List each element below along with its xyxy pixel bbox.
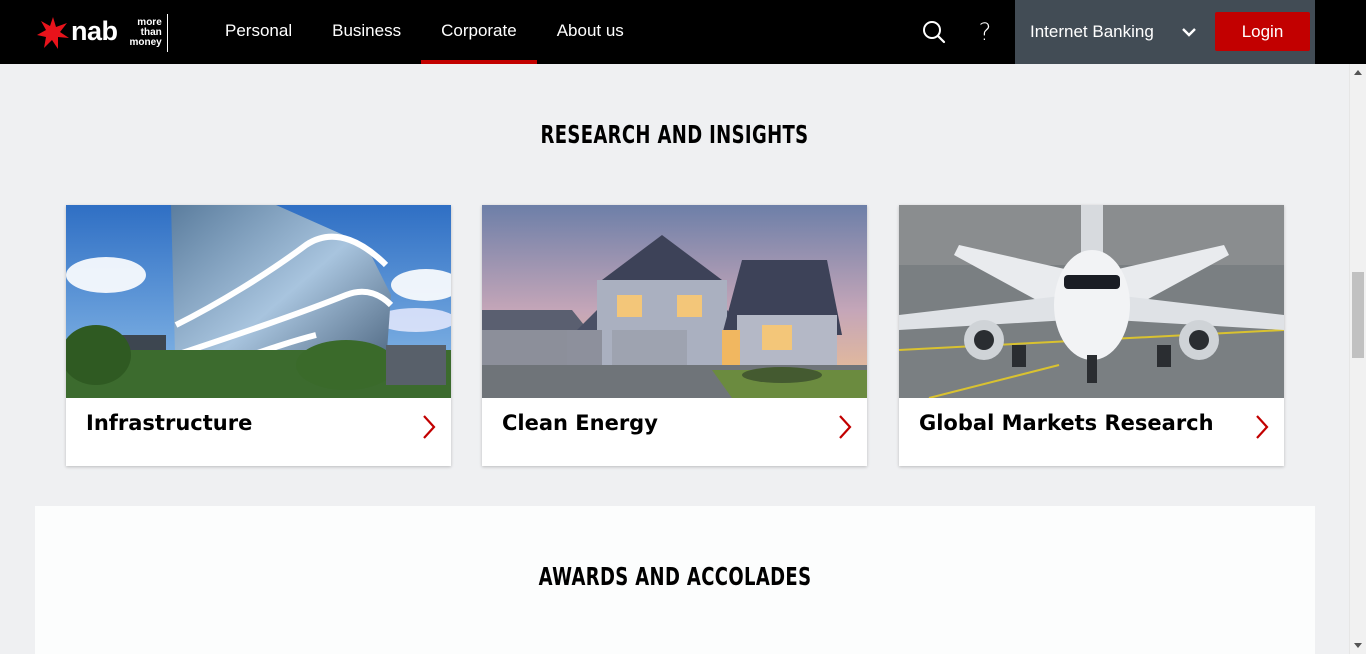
- nav-item-business[interactable]: Business: [312, 0, 421, 64]
- login-button[interactable]: Login: [1215, 12, 1310, 51]
- card-clean-energy[interactable]: Clean Energy: [482, 205, 867, 466]
- page-scrollbar[interactable]: [1349, 64, 1366, 654]
- search-button[interactable]: [916, 14, 952, 50]
- clean-energy-image: [482, 205, 867, 398]
- internet-banking-select[interactable]: Internet Banking: [1015, 0, 1207, 64]
- nav-item-personal[interactable]: Personal: [205, 0, 312, 64]
- tagline-line: money: [129, 37, 162, 48]
- card-label: Clean Energy: [502, 411, 658, 435]
- chevron-right-icon: [1256, 415, 1269, 439]
- main-nav: Personal Business Corporate About us: [205, 0, 644, 64]
- nav-item-about-us[interactable]: About us: [537, 0, 644, 64]
- help-icon: ?: [978, 18, 992, 46]
- awards-section-title: AWARDS AND ACCOLADES: [538, 562, 812, 591]
- awards-section: AWARDS AND ACCOLADES: [35, 506, 1315, 654]
- nab-logo[interactable]: nab more than money: [36, 14, 168, 52]
- research-section-title: RESEARCH AND INSIGHTS: [540, 120, 809, 149]
- infrastructure-image: [66, 205, 451, 398]
- nav-item-corporate[interactable]: Corporate: [421, 0, 537, 64]
- card-global-markets-research[interactable]: Global Markets Research: [899, 205, 1284, 466]
- logo-wordmark: nab: [71, 15, 118, 46]
- help-button[interactable]: ?: [967, 14, 1003, 50]
- card-label: Infrastructure: [86, 411, 253, 435]
- scroll-down-icon[interactable]: [1354, 643, 1362, 648]
- card-infrastructure[interactable]: Infrastructure: [66, 205, 451, 466]
- global-markets-research-image: [899, 205, 1284, 398]
- card-label: Global Markets Research: [919, 411, 1214, 435]
- site-header: nab more than money Personal Business Co…: [0, 0, 1366, 64]
- chevron-right-icon: [423, 415, 436, 439]
- scroll-up-icon[interactable]: [1354, 70, 1362, 75]
- chevron-down-icon: [1182, 28, 1196, 37]
- chevron-right-icon: [839, 415, 852, 439]
- scroll-thumb[interactable]: [1352, 272, 1364, 358]
- search-icon: [923, 21, 946, 44]
- internet-banking-panel: Internet Banking Login: [1015, 0, 1315, 64]
- nab-star-icon: [37, 17, 69, 49]
- internet-banking-label: Internet Banking: [1030, 22, 1154, 41]
- logo-tagline: more than money: [130, 14, 168, 52]
